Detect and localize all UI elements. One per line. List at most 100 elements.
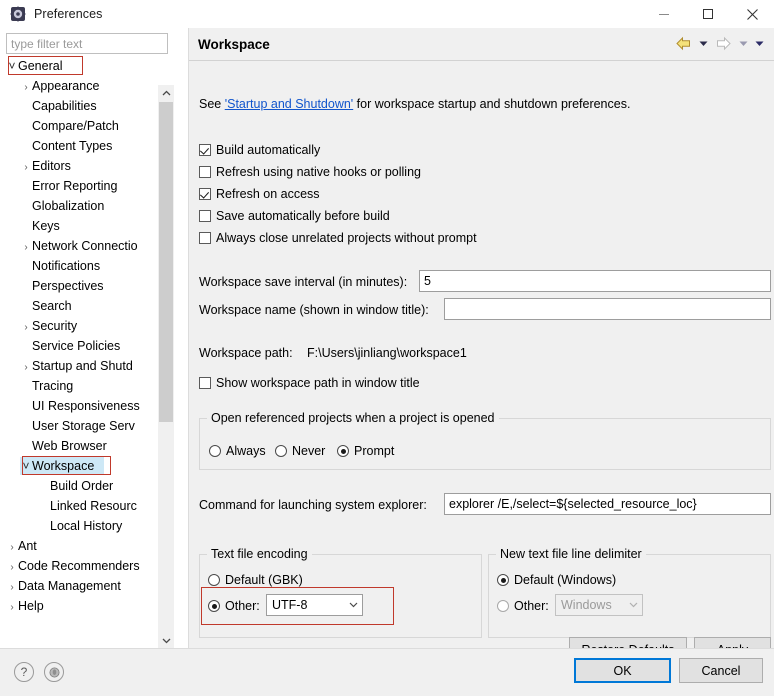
chevron-right-icon[interactable]: › bbox=[20, 358, 32, 378]
radio-delimiter-default[interactable]: Default (Windows) bbox=[497, 573, 616, 587]
minimize-icon[interactable] bbox=[642, 0, 686, 28]
radio-encoding-other[interactable]: Other: bbox=[208, 599, 260, 613]
checkbox-refresh-native-hooks[interactable]: Refresh using native hooks or polling bbox=[199, 165, 421, 179]
sidebar-item-editors[interactable]: › Editors bbox=[6, 156, 174, 176]
sidebar-item-network-connectio[interactable]: › Network Connectio bbox=[6, 236, 174, 256]
radio-label: Prompt bbox=[354, 444, 395, 458]
radio-label: Default (GBK) bbox=[225, 573, 303, 587]
chevron-down-icon[interactable] bbox=[344, 600, 362, 610]
radio-encoding-default[interactable]: Default (GBK) bbox=[208, 573, 303, 587]
chevron-right-icon[interactable]: › bbox=[20, 318, 32, 338]
checkbox-box[interactable] bbox=[199, 210, 211, 222]
sidebar-item-capabilities[interactable]: Capabilities bbox=[6, 96, 174, 116]
radio-button[interactable] bbox=[497, 574, 509, 586]
checkbox-box[interactable] bbox=[199, 144, 211, 156]
sidebar-item-notifications[interactable]: Notifications bbox=[6, 256, 174, 276]
forward-menu-chevron-down-icon[interactable] bbox=[736, 33, 750, 53]
sidebar-item-tracing[interactable]: Tracing bbox=[6, 376, 174, 396]
checkbox-show-workspace-path[interactable]: Show workspace path in window title bbox=[199, 376, 420, 390]
radio-open-referenced-always[interactable]: Always bbox=[209, 444, 266, 458]
sidebar-item-label: Workspace bbox=[32, 459, 95, 473]
page-header: Workspace bbox=[189, 28, 774, 60]
cancel-button[interactable]: Cancel bbox=[679, 658, 763, 683]
chevron-down-icon[interactable]: ˅ bbox=[6, 56, 18, 76]
checkbox-build-automatically[interactable]: Build automatically bbox=[199, 143, 320, 157]
scrollbar-thumb[interactable] bbox=[159, 102, 173, 422]
chevron-down-icon[interactable] bbox=[158, 632, 174, 648]
sidebar-item-startup-and-shutd[interactable]: › Startup and Shutd bbox=[6, 356, 174, 376]
sidebar-item-ant[interactable]: › Ant bbox=[6, 536, 174, 556]
sidebar-item-label: Web Browser bbox=[32, 439, 107, 453]
sidebar-item-help[interactable]: › Help bbox=[6, 596, 174, 616]
ok-button[interactable]: OK bbox=[574, 658, 671, 683]
checkbox-box[interactable] bbox=[199, 232, 211, 244]
sidebar-item-user-storage-serv[interactable]: User Storage Serv bbox=[6, 416, 174, 436]
radio-button[interactable] bbox=[208, 600, 220, 612]
radio-delimiter-other[interactable]: Other: bbox=[497, 599, 549, 613]
checkbox-save-before-build[interactable]: Save automatically before build bbox=[199, 209, 390, 223]
chevron-right-icon[interactable]: › bbox=[6, 538, 18, 558]
save-interval-input[interactable] bbox=[419, 270, 771, 292]
sidebar-item-local-history[interactable]: Local History bbox=[6, 516, 174, 536]
back-menu-chevron-down-icon[interactable] bbox=[696, 33, 710, 53]
sidebar-item-data-management[interactable]: › Data Management bbox=[6, 576, 174, 596]
encoding-combo[interactable]: UTF-8 bbox=[266, 594, 363, 616]
sidebar-item-keys[interactable]: Keys bbox=[6, 216, 174, 236]
window-titlebar: Preferences bbox=[0, 0, 774, 28]
chevron-right-icon[interactable]: › bbox=[20, 158, 32, 178]
sidebar-item-globalization[interactable]: Globalization bbox=[6, 196, 174, 216]
back-arrow-icon[interactable] bbox=[672, 33, 694, 53]
sidebar-item-linked-resourc[interactable]: Linked Resourc bbox=[6, 496, 174, 516]
preferences-tree[interactable]: ˅ General › Appearance Capabilities Compare… bbox=[6, 56, 174, 619]
startup-shutdown-link[interactable]: 'Startup and Shutdown' bbox=[225, 97, 353, 111]
sidebar-item-general[interactable]: ˅ General bbox=[6, 56, 174, 76]
chevron-right-icon[interactable]: › bbox=[6, 578, 18, 598]
explorer-command-input[interactable] bbox=[444, 493, 771, 515]
radio-label: Other: bbox=[514, 599, 549, 613]
forward-arrow-icon[interactable] bbox=[712, 33, 734, 53]
maximize-icon[interactable] bbox=[686, 0, 730, 28]
radio-button[interactable] bbox=[497, 600, 509, 612]
sidebar-item-web-browser[interactable]: Web Browser bbox=[6, 436, 174, 456]
radio-open-referenced-never[interactable]: Never bbox=[275, 444, 325, 458]
intro-suffix: for workspace startup and shutdown prefe… bbox=[353, 97, 631, 111]
sidebar-item-security[interactable]: › Security bbox=[6, 316, 174, 336]
sidebar-item-perspectives[interactable]: Perspectives bbox=[6, 276, 174, 296]
workspace-name-input[interactable] bbox=[444, 298, 771, 320]
overflow-menu-chevron-down-icon[interactable] bbox=[752, 33, 766, 53]
sidebar-item-workspace[interactable]: ˅ Workspace bbox=[6, 456, 174, 476]
sidebar-item-error-reporting[interactable]: Error Reporting bbox=[6, 176, 174, 196]
info-circle-icon[interactable] bbox=[44, 662, 64, 682]
radio-open-referenced-prompt[interactable]: Prompt bbox=[337, 444, 394, 458]
checkbox-close-unrelated-projects[interactable]: Always close unrelated projects without … bbox=[199, 231, 477, 245]
sidebar-item-service-policies[interactable]: Service Policies bbox=[6, 336, 174, 356]
close-icon[interactable] bbox=[730, 0, 774, 28]
sidebar-item-code-recommenders[interactable]: › Code Recommenders bbox=[6, 556, 174, 576]
radio-button[interactable] bbox=[208, 574, 220, 586]
sidebar-item-content-types[interactable]: Content Types bbox=[6, 136, 174, 156]
sidebar-item-appearance[interactable]: › Appearance bbox=[6, 76, 174, 96]
checkbox-refresh-on-access[interactable]: Refresh on access bbox=[199, 187, 320, 201]
help-question-icon[interactable]: ? bbox=[14, 662, 34, 682]
search-input[interactable] bbox=[6, 33, 168, 54]
sidebar-item-search[interactable]: Search bbox=[6, 296, 174, 316]
chevron-right-icon[interactable]: › bbox=[6, 598, 18, 618]
checkbox-box[interactable] bbox=[199, 377, 211, 389]
radio-button[interactable] bbox=[337, 445, 349, 457]
chevron-up-icon[interactable] bbox=[158, 85, 174, 101]
radio-button[interactable] bbox=[209, 445, 221, 457]
chevron-right-icon[interactable]: › bbox=[20, 238, 32, 258]
radio-button[interactable] bbox=[275, 445, 287, 457]
checkbox-box[interactable] bbox=[199, 166, 211, 178]
sidebar-item-compare-patch[interactable]: Compare/Patch bbox=[6, 116, 174, 136]
tree-vertical-scrollbar[interactable] bbox=[158, 85, 174, 648]
checkbox-box[interactable] bbox=[199, 188, 211, 200]
sidebar-item-ui-responsiveness[interactable]: UI Responsiveness bbox=[6, 396, 174, 416]
sidebar-item-build-order[interactable]: Build Order bbox=[6, 476, 174, 496]
chevron-right-icon[interactable]: › bbox=[6, 558, 18, 578]
chevron-right-icon[interactable]: › bbox=[20, 78, 32, 98]
chevron-down-icon[interactable]: ˅ bbox=[20, 456, 32, 476]
